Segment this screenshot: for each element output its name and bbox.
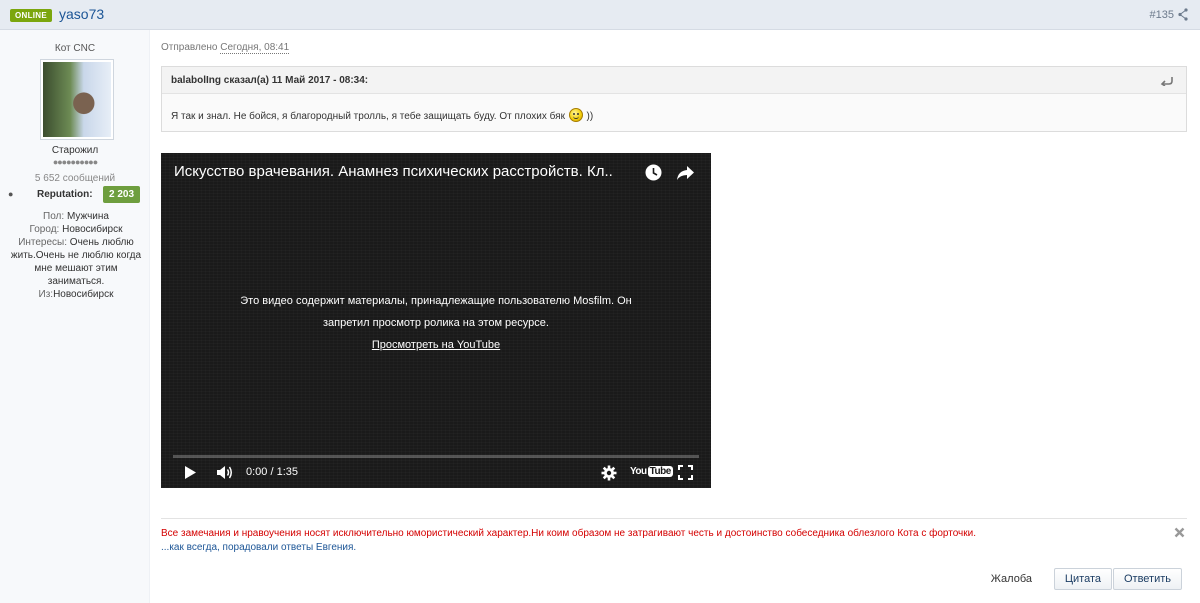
signature: Все замечания и нравоучения носят исключ… — [161, 518, 1187, 555]
post-count: 5 652 сообщений — [34, 173, 116, 184]
author-panel: Кот CNC Старожил ●●●●●●●●●● 5 652 сообще… — [0, 30, 150, 603]
watch-later-icon[interactable] — [645, 164, 662, 181]
fullscreen-icon[interactable] — [678, 465, 693, 480]
signature-line-2: ...как всегда, порадовали ответы Евгения… — [161, 542, 357, 553]
member-rank: Старожил — [51, 145, 99, 156]
quote-text: Я так и знал. Не бойся, я благородный тр… — [171, 108, 593, 122]
profile-fields: Пол: Мужчина Город: Новосибирск Интересы… — [6, 210, 146, 301]
youtube-logo[interactable]: You Tube — [630, 466, 673, 480]
post-header: ONLINE yaso73 #135 — [0, 0, 1200, 30]
watch-on-youtube-link[interactable]: Просмотреть на YouTube — [372, 339, 500, 351]
quote-button[interactable]: Цитата — [1053, 568, 1112, 590]
author-name-link[interactable]: yaso73 — [59, 6, 104, 22]
quote-block: balabolIng сказал(а) 11 Май 2017 - 08:34… — [161, 66, 1187, 132]
video-player[interactable]: Искусство врачевания. Анамнез психически… — [161, 153, 711, 488]
rank-pips: ●●●●●●●●●● — [52, 157, 98, 167]
post-date: Отправлено Сегодня, 08:41 — [161, 42, 290, 54]
reputation-row: ● Reputation: 2 203 — [8, 186, 148, 204]
author-title: Кот CNC — [54, 43, 96, 54]
progress-bar[interactable] — [173, 455, 699, 458]
avatar[interactable] — [40, 59, 114, 140]
smiley-icon — [568, 108, 583, 122]
quote-header: balabolIng сказал(а) 11 Май 2017 - 08:34… — [162, 67, 1186, 94]
profile-field-interests: Интересы: Очень люблю жить.Очень не любл… — [10, 237, 142, 287]
avatar-image — [43, 62, 111, 137]
signature-line-1: Все замечания и нравоучения носят исключ… — [161, 528, 976, 539]
report-link[interactable]: Жалоба — [991, 573, 1032, 585]
post-time-link[interactable]: Сегодня, 08:41 — [220, 42, 290, 54]
reputation-label: Reputation: — [37, 189, 93, 200]
profile-field-from: Из:Новосибирск — [38, 289, 114, 300]
online-badge: ONLINE — [10, 9, 53, 22]
quote-jump-icon[interactable] — [1160, 76, 1174, 86]
profile-field-city: Город: Новосибирск — [29, 224, 123, 235]
post-body: Отправлено Сегодня, 08:41 balabolIng ска… — [160, 30, 1188, 603]
share-icon[interactable] — [1178, 8, 1188, 21]
quote-citation: balabolIng сказал(а) 11 Май 2017 - 08:34… — [171, 75, 369, 86]
profile-field-gender: Пол: Мужчина — [43, 211, 109, 222]
video-title[interactable]: Искусство врачевания. Анамнез психически… — [174, 163, 613, 180]
reputation-badge[interactable]: 2 203 — [103, 186, 141, 203]
play-icon[interactable] — [184, 465, 197, 480]
bullet-icon: ● — [8, 189, 14, 199]
close-icon[interactable] — [1174, 527, 1185, 538]
video-blocked-message: Это видео содержит материалы, принадлежа… — [240, 295, 632, 351]
post-number-link[interactable]: #135 — [1150, 9, 1174, 21]
time-display: 0:00 / 1:35 — [246, 466, 298, 478]
reply-button[interactable]: Ответить — [1112, 568, 1182, 590]
volume-icon[interactable] — [216, 464, 234, 481]
gear-icon[interactable] — [601, 465, 617, 481]
share-arrow-icon[interactable] — [676, 165, 695, 181]
